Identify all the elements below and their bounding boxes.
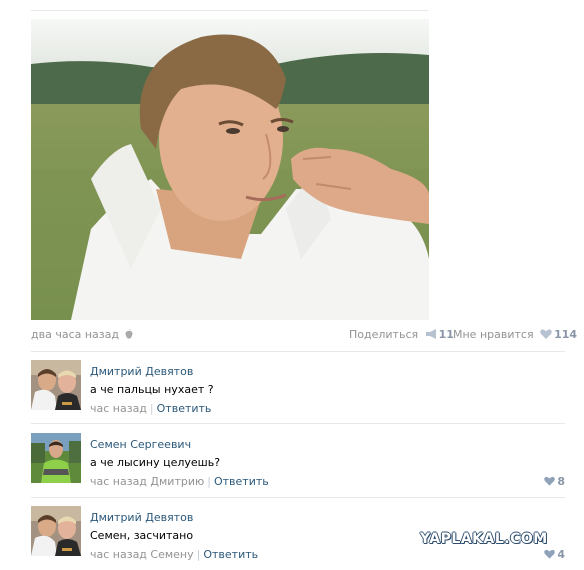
avatar[interactable]: [31, 433, 81, 483]
avatar[interactable]: [31, 506, 81, 556]
separator: |: [149, 402, 154, 415]
divider: [31, 351, 565, 352]
reply-button[interactable]: Ответить: [157, 402, 212, 415]
comment-text: Семен, засчитано: [90, 529, 194, 542]
comment-time[interactable]: час назад Дмитрию: [90, 475, 204, 488]
comment-item: Дмитрий Девятов а че пальцы нухает ? час…: [31, 360, 565, 422]
comment-like-button[interactable]: 8: [544, 475, 565, 488]
comment-like-count: 8: [557, 475, 565, 488]
divider: [31, 497, 565, 498]
top-divider: [31, 10, 428, 11]
share-button[interactable]: Поделиться 11: [349, 328, 454, 341]
comment-text: а че пальцы нухает ?: [90, 383, 214, 396]
share-count: 11: [438, 328, 454, 341]
post-time[interactable]: два часа назад: [31, 328, 133, 341]
separator: |: [196, 548, 201, 561]
comment-author[interactable]: Дмитрий Девятов: [90, 365, 193, 378]
avatar[interactable]: [31, 360, 81, 410]
megaphone-icon: [425, 329, 436, 339]
like-count: 114: [554, 328, 578, 341]
post-photo[interactable]: [31, 19, 429, 320]
reply-button[interactable]: Ответить: [214, 475, 269, 488]
comment-author[interactable]: Семен Сергеевич: [90, 438, 191, 451]
watermark: YAPLAKAL.COM: [420, 531, 548, 547]
share-label: Поделиться: [349, 328, 419, 341]
reply-button[interactable]: Ответить: [203, 548, 258, 561]
like-button[interactable]: Мне нравится 114: [453, 328, 577, 341]
post-time-label[interactable]: два часа назад: [31, 328, 119, 341]
comment-time[interactable]: час назад: [90, 402, 147, 415]
separator: |: [207, 475, 211, 488]
heart-icon: [544, 476, 556, 486]
comment-footer: час назад | Ответить: [90, 402, 211, 415]
heart-icon: [540, 329, 552, 339]
heart-icon: [544, 549, 556, 559]
divider: [31, 423, 565, 424]
comment-item: Семен Сергеевич а че лысину целуешь? час…: [31, 433, 565, 495]
phone-icon: [125, 329, 133, 339]
comment-footer: час назад Семену | Ответить: [90, 548, 258, 561]
comment-like-button[interactable]: 4: [544, 548, 565, 561]
comment-like-count: 4: [557, 548, 565, 561]
post-meta: два часа назад Поделиться 11 Мне нравитс…: [31, 326, 577, 344]
comment-text: а че лысину целуешь?: [90, 456, 221, 469]
like-label: Мне нравится: [453, 328, 534, 341]
comment-footer: час назад Дмитрию | Ответить: [90, 475, 269, 488]
comment-time[interactable]: час назад Семену: [90, 548, 194, 561]
comment-author[interactable]: Дмитрий Девятов: [90, 511, 193, 524]
